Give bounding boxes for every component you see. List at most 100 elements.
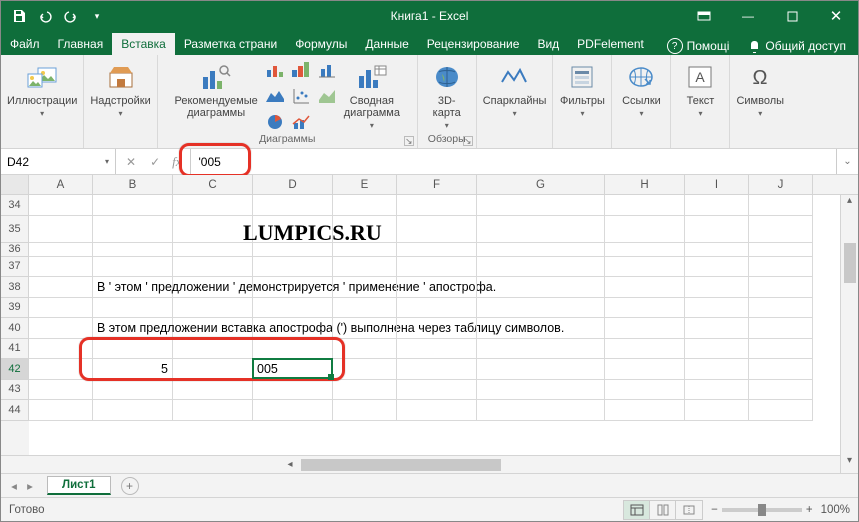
cell[interactable] <box>477 243 605 257</box>
tab-insert[interactable]: Вставка <box>112 33 175 55</box>
row-header-41[interactable]: 41 <box>1 339 29 360</box>
cell[interactable]: LUMPICS.RU <box>253 216 333 243</box>
cell[interactable] <box>29 380 93 401</box>
help-icon[interactable]: ? <box>667 38 683 54</box>
view-page-break-icon[interactable] <box>676 501 702 519</box>
cell[interactable] <box>173 216 253 243</box>
column-header-E[interactable]: E <box>333 175 397 194</box>
cell[interactable] <box>93 400 173 421</box>
row-header-40[interactable]: 40 <box>1 318 29 339</box>
column-header-J[interactable]: J <box>749 175 813 194</box>
tab-formulas[interactable]: Формулы <box>286 33 356 55</box>
cell[interactable] <box>333 400 397 421</box>
combo-chart-icon[interactable] <box>292 113 310 131</box>
cell[interactable] <box>29 216 93 243</box>
cell[interactable] <box>605 277 685 298</box>
cell[interactable] <box>333 216 397 243</box>
cell[interactable] <box>253 380 333 401</box>
row-header-35[interactable]: 35 <box>1 216 29 243</box>
cell[interactable] <box>173 257 253 278</box>
cell[interactable] <box>685 400 749 421</box>
cell[interactable] <box>29 339 93 360</box>
cell[interactable] <box>749 243 813 257</box>
cell[interactable]: В этом предложении вставка апострофа (')… <box>93 318 173 339</box>
cell[interactable] <box>397 195 477 216</box>
cell[interactable] <box>253 257 333 278</box>
cell[interactable] <box>173 359 253 380</box>
cell[interactable] <box>253 339 333 360</box>
column-header-H[interactable]: H <box>605 175 685 194</box>
view-normal-icon[interactable] <box>624 501 650 519</box>
cell[interactable] <box>749 339 813 360</box>
help-label[interactable]: Помощі <box>687 39 730 53</box>
scatter-chart-icon[interactable] <box>292 87 310 105</box>
cell[interactable] <box>173 298 253 319</box>
sheet-nav-prev[interactable]: ◂ <box>7 479 21 493</box>
cell[interactable] <box>253 243 333 257</box>
cell[interactable] <box>253 277 333 298</box>
cell[interactable] <box>93 257 173 278</box>
column-header-G[interactable]: G <box>477 175 605 194</box>
column-header-F[interactable]: F <box>397 175 477 194</box>
undo-icon[interactable] <box>33 4 57 28</box>
cell[interactable] <box>173 243 253 257</box>
cell[interactable] <box>253 400 333 421</box>
cell[interactable] <box>749 298 813 319</box>
cell[interactable] <box>173 318 253 339</box>
cell[interactable] <box>253 298 333 319</box>
symbols-button[interactable]: Ω Символы ▾ <box>736 59 784 118</box>
cell[interactable] <box>685 195 749 216</box>
close-icon[interactable]: ✕ <box>814 1 858 31</box>
cell[interactable] <box>605 195 685 216</box>
cell[interactable] <box>93 243 173 257</box>
pivot-chart-button[interactable]: Сводная диаграмма ▾ <box>344 59 400 130</box>
text-button[interactable]: A Текст ▾ <box>677 59 723 118</box>
cell[interactable] <box>173 400 253 421</box>
cell[interactable] <box>605 216 685 243</box>
hierarchy-chart-icon[interactable] <box>292 61 310 79</box>
select-all-corner[interactable] <box>1 175 29 194</box>
cancel-icon[interactable]: ✕ <box>120 155 142 169</box>
filters-button[interactable]: Фильтры ▾ <box>559 59 605 118</box>
cell[interactable] <box>477 195 605 216</box>
add-sheet-button[interactable]: + <box>121 477 139 495</box>
cell[interactable] <box>749 257 813 278</box>
redo-icon[interactable] <box>59 4 83 28</box>
cell[interactable] <box>749 216 813 243</box>
column-header-D[interactable]: D <box>253 175 333 194</box>
cell[interactable] <box>333 257 397 278</box>
cell[interactable] <box>333 359 397 380</box>
cell[interactable] <box>685 298 749 319</box>
vertical-scrollbar[interactable]: ▴▾ <box>840 195 858 473</box>
zoom-slider[interactable]: − + <box>711 504 812 516</box>
maximize-icon[interactable] <box>770 1 814 31</box>
cell[interactable] <box>477 277 605 298</box>
cell[interactable] <box>749 380 813 401</box>
cell[interactable] <box>477 359 605 380</box>
enter-icon[interactable]: ✓ <box>144 155 166 169</box>
cell[interactable] <box>173 277 253 298</box>
cell[interactable] <box>605 298 685 319</box>
charts-dialog-launcher[interactable]: ↘ <box>404 136 414 146</box>
column-header-A[interactable]: A <box>29 175 93 194</box>
cell[interactable] <box>749 277 813 298</box>
cell[interactable] <box>253 318 333 339</box>
row-header-36[interactable]: 36 <box>1 243 29 257</box>
cell[interactable] <box>93 339 173 360</box>
sheet-nav-next[interactable]: ▸ <box>23 479 37 493</box>
cell[interactable] <box>749 195 813 216</box>
cell[interactable] <box>333 195 397 216</box>
row-header-38[interactable]: 38 <box>1 277 29 298</box>
cell[interactable] <box>749 318 813 339</box>
tab-file[interactable]: Файл <box>1 33 49 55</box>
links-button[interactable]: Ссылки ▾ <box>618 59 664 118</box>
cell[interactable] <box>333 277 397 298</box>
cell[interactable] <box>333 380 397 401</box>
cell[interactable] <box>397 359 477 380</box>
row-header-42[interactable]: 42 <box>1 359 29 380</box>
save-icon[interactable] <box>7 4 31 28</box>
cell[interactable] <box>29 318 93 339</box>
cell[interactable] <box>605 380 685 401</box>
cell[interactable] <box>605 359 685 380</box>
cell[interactable] <box>397 243 477 257</box>
